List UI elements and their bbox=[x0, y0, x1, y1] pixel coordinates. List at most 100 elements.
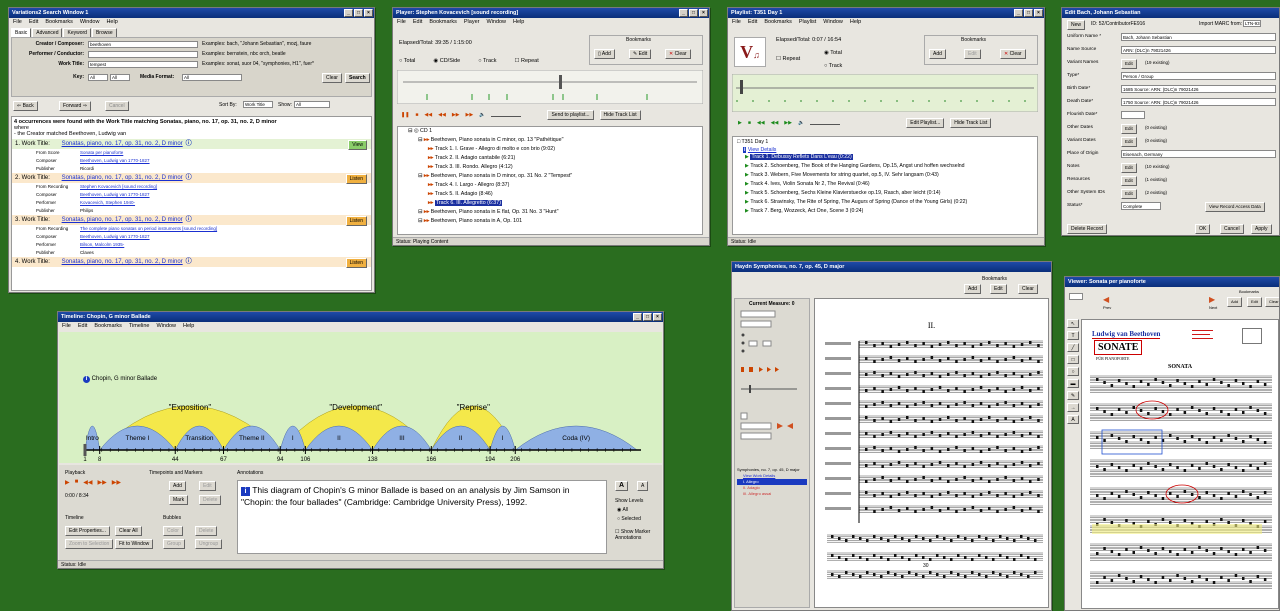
detail-value[interactable]: Beethoven, Ludwig van 1770-1827 bbox=[80, 192, 150, 197]
clear-button[interactable]: Clear bbox=[322, 73, 342, 83]
work-item[interactable]: ⊟ ▸▸ Beethoven, Piano sonata in A, Op. 1… bbox=[398, 217, 702, 226]
stop-icon[interactable]: ■ bbox=[415, 112, 418, 118]
radio-all[interactable]: ◉ All bbox=[617, 507, 628, 513]
detail-value[interactable]: Kovacevich, Stephen 1940- bbox=[80, 200, 135, 205]
track-item[interactable]: ▸▸ Track 4. I. Largo - Allegro (8:37) bbox=[398, 181, 702, 190]
edit-field-button[interactable]: Edit bbox=[1121, 189, 1137, 199]
font-larger-button[interactable]: A bbox=[615, 481, 629, 491]
edit-properties-button[interactable]: Edit Properties... bbox=[65, 526, 110, 536]
menu-help[interactable]: Help bbox=[850, 18, 861, 27]
fast-forward-icon[interactable]: ▶▶ bbox=[784, 120, 792, 126]
highlight-tool-icon[interactable]: ▬ bbox=[1067, 379, 1079, 388]
menu-player[interactable]: Player bbox=[464, 18, 480, 27]
bookmark-clear-button[interactable]: ✕ Clear bbox=[665, 49, 691, 59]
listen-button[interactable]: Listen bbox=[345, 216, 367, 226]
menu-bookmarks[interactable]: Bookmarks bbox=[45, 18, 73, 27]
track-slider[interactable] bbox=[397, 70, 703, 104]
performer-input[interactable] bbox=[88, 51, 198, 58]
apply-button[interactable]: Apply bbox=[1251, 224, 1272, 234]
mark-button[interactable]: Mark bbox=[169, 495, 189, 505]
playlist-track[interactable]: ▶ Track 6. Stravinsky, The Rite of Sprin… bbox=[733, 198, 1037, 207]
hide-track-list-button[interactable]: Hide Track List bbox=[599, 110, 641, 120]
edit-field-button[interactable]: Edit bbox=[1121, 124, 1137, 134]
bookmark-edit-button[interactable]: Edit bbox=[1247, 297, 1262, 307]
rewind-icon[interactable]: ◀◀ bbox=[757, 120, 765, 126]
media-format-select[interactable]: All bbox=[182, 74, 242, 81]
fit-to-window-button[interactable]: Fit to Window bbox=[115, 539, 154, 549]
menu-file[interactable]: File bbox=[13, 18, 22, 27]
close-button[interactable]: × bbox=[699, 9, 708, 17]
detail-value[interactable]: Beethoven, Ludwig van 1770-1827 bbox=[80, 158, 150, 163]
playhead[interactable] bbox=[83, 444, 87, 456]
stop-icon[interactable]: ■ bbox=[75, 479, 79, 486]
edit-field-value[interactable]: Bach, Johann Sebastian bbox=[1121, 33, 1276, 41]
view-button[interactable]: View bbox=[348, 140, 367, 150]
delete-timepoint-button[interactable]: Delete bbox=[199, 495, 222, 505]
edit-field-value[interactable]: 1685 Source: ARN: (DLC)n 79021426 bbox=[1121, 85, 1276, 93]
ok-button[interactable]: OK bbox=[1195, 224, 1211, 234]
menu-timeline[interactable]: Timeline bbox=[129, 322, 150, 331]
minimize-button[interactable]: _ bbox=[1014, 9, 1023, 17]
bookmark-add-button[interactable]: Add bbox=[1227, 297, 1243, 307]
work-item[interactable]: ⊟ ▸▸ Beethoven, Piano sonata in D minor,… bbox=[398, 172, 702, 181]
clear-all-button[interactable]: Clear All bbox=[115, 526, 142, 536]
detail-value[interactable]: Stephen Kovacevich [sound recording] bbox=[80, 184, 157, 189]
work-item[interactable]: ⊟ ▸▸ Beethoven, Piano sonata in C minor,… bbox=[398, 136, 702, 145]
back-icon[interactable]: ◀◀ bbox=[438, 112, 446, 118]
key-select[interactable]: All bbox=[88, 74, 108, 81]
menu-help[interactable]: Help bbox=[513, 18, 524, 27]
bookmark-add-button[interactable]: Add bbox=[964, 284, 981, 294]
radio-selected[interactable]: ○ Selected bbox=[617, 516, 641, 522]
menu-help[interactable]: Help bbox=[106, 18, 117, 27]
close-button[interactable]: × bbox=[653, 313, 662, 321]
menu-help[interactable]: Help bbox=[183, 322, 194, 331]
delete-bubble-button[interactable]: Delete bbox=[195, 526, 218, 536]
annotation-box[interactable]: i This diagram of Chopin's G minor Balla… bbox=[237, 480, 607, 554]
forward-button[interactable]: Forward ⇒ bbox=[59, 101, 91, 111]
mode-select[interactable]: All bbox=[110, 74, 130, 81]
edit-field-button[interactable]: Edit bbox=[1121, 163, 1137, 173]
pause-icon[interactable]: ❚❚ bbox=[401, 112, 409, 118]
volume-slider[interactable] bbox=[491, 113, 522, 117]
bookmark-edit-button[interactable]: Edit bbox=[964, 49, 981, 59]
detail-value[interactable]: The complete piano sonatas on period ins… bbox=[80, 226, 217, 231]
add-timepoint-button[interactable]: Add bbox=[169, 481, 186, 491]
bookmark-edit-button[interactable]: Edit bbox=[990, 284, 1007, 294]
playlist-track[interactable]: ▶ Track 2. Schoenberg, The Book of the H… bbox=[733, 162, 1037, 171]
edit-timepoint-button[interactable]: Edit bbox=[199, 481, 216, 491]
text-tool-icon[interactable]: T bbox=[1067, 331, 1079, 340]
color-button[interactable]: Color bbox=[163, 526, 183, 536]
prev-page-button[interactable]: ◀ bbox=[1103, 295, 1109, 304]
bookmark-clear-button[interactable]: Clear bbox=[1265, 297, 1279, 307]
minimize-button[interactable]: _ bbox=[679, 9, 688, 17]
rewind-icon[interactable]: ◀◀ bbox=[424, 112, 432, 118]
volume-slider[interactable] bbox=[810, 121, 841, 125]
new-button[interactable]: New bbox=[1067, 20, 1086, 30]
minimize-button[interactable]: _ bbox=[344, 9, 353, 17]
view-access-button[interactable]: View Record Access Data bbox=[1205, 202, 1265, 212]
edit-playlist-button[interactable]: Edit Playlist... bbox=[906, 118, 945, 128]
menu-window[interactable]: Window bbox=[823, 18, 843, 27]
cancel-button[interactable]: Cancel bbox=[1220, 224, 1244, 234]
radio-track[interactable]: ○ Track bbox=[478, 58, 496, 64]
playlist-root[interactable]: □ T351 Day 1 bbox=[733, 137, 1037, 147]
play-icon[interactable]: ▶ bbox=[65, 479, 70, 486]
maximize-button[interactable]: □ bbox=[1024, 9, 1033, 17]
edit-field-value[interactable]: ARN: (DLC)n 79021426 bbox=[1121, 46, 1276, 54]
hide-track-list-button[interactable]: Hide Track List bbox=[950, 118, 992, 128]
menu-file[interactable]: File bbox=[62, 322, 71, 331]
result-title-link[interactable]: Sonatas, piano, no. 17, op. 31, no. 2, D… bbox=[62, 175, 183, 181]
menu-bookmarks[interactable]: Bookmarks bbox=[764, 18, 792, 27]
menu-file[interactable]: File bbox=[397, 18, 406, 27]
menu-edit[interactable]: Edit bbox=[413, 18, 422, 27]
ungroup-button[interactable]: Ungroup bbox=[195, 539, 223, 549]
track-item[interactable]: ▸▸ Track 6. III. Allegretto (6:37) bbox=[398, 199, 702, 208]
result-title-link[interactable]: Sonatas, piano, no. 17, op. 31, no. 2, D… bbox=[62, 259, 183, 265]
radio-total[interactable]: ○ Total bbox=[399, 58, 415, 64]
disc-item[interactable]: ⊟ ◎ CD 1 bbox=[398, 127, 702, 136]
listen-button[interactable]: Listen bbox=[345, 258, 367, 268]
result-title-link[interactable]: Sonatas, piano, no. 17, op. 31, no. 2, D… bbox=[62, 141, 183, 147]
edit-field-value[interactable]: Person / Group bbox=[1121, 72, 1276, 80]
tree-item-movement-3[interactable]: III. Allegro assai bbox=[737, 491, 807, 497]
menu-playlist[interactable]: Playlist bbox=[799, 18, 816, 27]
